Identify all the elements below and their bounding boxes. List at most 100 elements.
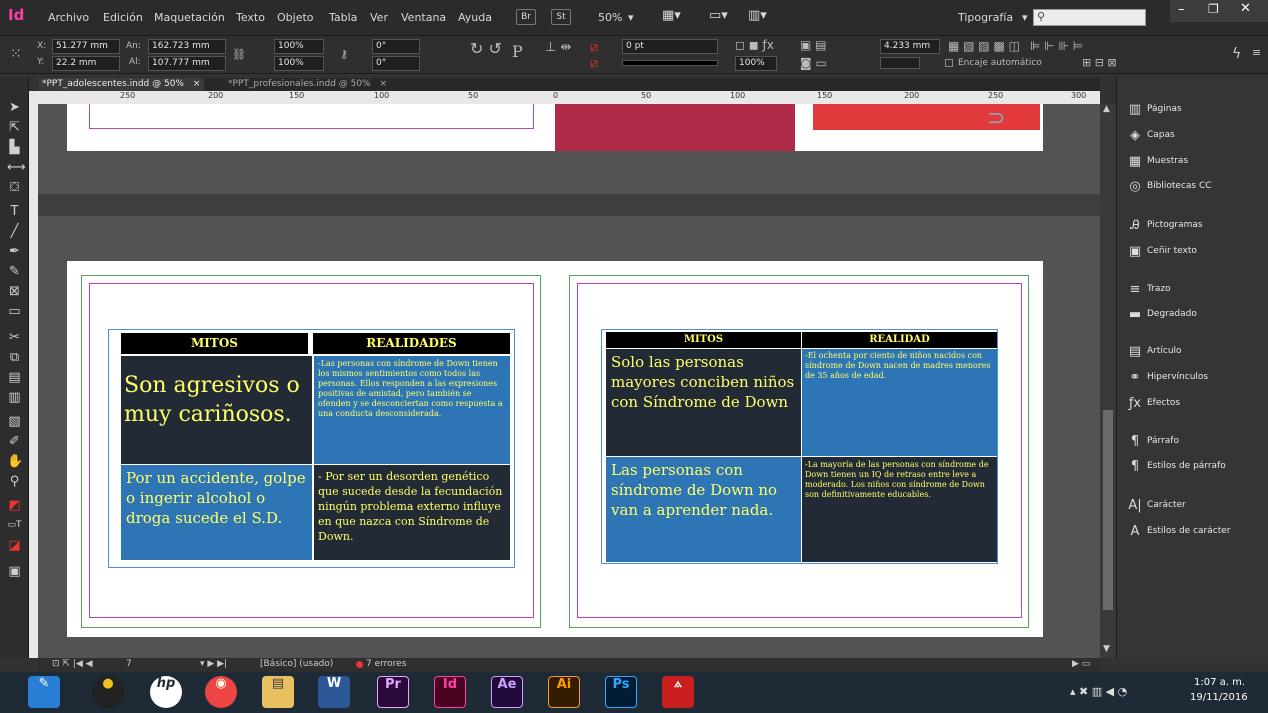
selection-tool-icon[interactable]: ➤ bbox=[7, 100, 22, 115]
panel-trazo[interactable]: ≡ Trazo bbox=[1125, 280, 1265, 300]
distribute-icon[interactable]: ⊞ ⊟ ⊠ bbox=[1082, 56, 1117, 69]
pen-tool-icon[interactable]: ✒ bbox=[7, 244, 22, 259]
after-effects-icon[interactable]: Ae bbox=[491, 676, 523, 708]
tab-ppt-adolescentes[interactable]: *PPT_adolescentes.indd @ 50% × bbox=[38, 78, 205, 91]
preflight-errors[interactable]: 7 errores bbox=[366, 659, 406, 669]
horizontal-ruler[interactable]: 250 200 150 100 50 0 50 100 150 200 250 … bbox=[38, 91, 1100, 104]
illustrator-icon[interactable]: Ai bbox=[548, 676, 580, 708]
panel-capas[interactable]: ◈ Capas bbox=[1125, 126, 1265, 146]
panel-cenir-texto[interactable]: ▣ Ceñir texto bbox=[1125, 242, 1265, 262]
panel-efectos[interactable]: ƒx Efectos bbox=[1125, 394, 1265, 414]
scale-x-field[interactable]: 100% bbox=[274, 39, 324, 54]
panel-estilos-caracter[interactable]: A Estilos de carácter bbox=[1125, 522, 1265, 542]
width-field[interactable]: 162.723 mm bbox=[148, 39, 226, 54]
first-page-icon[interactable]: ⊡ ⇱ |◀ ◀ bbox=[52, 659, 93, 669]
rectangle-frame-tool-icon[interactable]: ⊠ bbox=[7, 284, 22, 299]
gap-tool-icon[interactable]: ⟷ bbox=[7, 160, 26, 175]
chevron-down-icon[interactable]: ▾ bbox=[1022, 11, 1028, 24]
stock-button[interactable]: St bbox=[551, 9, 571, 25]
pencil-tool-icon[interactable]: ✎ bbox=[7, 264, 22, 279]
panel-pictogramas[interactable]: Ꭿ Pictogramas bbox=[1125, 216, 1265, 236]
zoom-level[interactable]: 50% bbox=[598, 11, 622, 24]
clock-date[interactable]: 19/11/2016 bbox=[1190, 692, 1248, 703]
next-page-icon[interactable]: ▾ ▶ ▶| bbox=[200, 659, 227, 669]
rotation-field[interactable]: 0° bbox=[372, 39, 420, 54]
stroke-none-icon[interactable]: ⧄ bbox=[590, 56, 598, 71]
line-tool-icon[interactable]: ╱ bbox=[7, 224, 22, 239]
panel-muestras[interactable]: ▦ Muestras bbox=[1125, 152, 1265, 172]
panel-hipervinculos[interactable]: ⚭ Hipervínculos bbox=[1125, 368, 1265, 388]
table-cell-myth[interactable]: Solo las personas mayores conciben niños… bbox=[606, 349, 801, 456]
gradient-feather-tool-icon[interactable]: ▥ bbox=[7, 390, 22, 405]
menu-archivo[interactable]: Archivo bbox=[48, 11, 89, 24]
hp-icon[interactable]: hp bbox=[150, 676, 182, 708]
tab-ppt-profesionales[interactable]: *PPT_profesionales.indd @ 50% × bbox=[224, 78, 391, 91]
word-icon[interactable]: W bbox=[318, 676, 350, 708]
panel-degradado[interactable]: ▬ Degradado bbox=[1125, 305, 1265, 325]
scroll-down-icon[interactable]: ▼ bbox=[1103, 644, 1110, 654]
file-explorer-icon[interactable]: ▤ bbox=[262, 676, 294, 708]
reference-point-icon[interactable]: ⁙ bbox=[10, 46, 22, 62]
document-canvas[interactable]: ⊃ MITOS REALIDADES Son agresivos o muy c… bbox=[38, 104, 1100, 658]
x-field[interactable]: 51.277 mm bbox=[52, 39, 120, 54]
screen-mode-icon[interactable]: ▦▾ bbox=[662, 8, 681, 23]
view-toggle-icon[interactable]: ▶ ▭ bbox=[1072, 659, 1090, 669]
panel-menu-icon[interactable]: ≡ bbox=[1252, 46, 1261, 59]
menu-ventana[interactable]: Ventana bbox=[401, 11, 446, 24]
scale-y-field[interactable]: 100% bbox=[274, 56, 324, 71]
rectangle-tool-icon[interactable]: ▭ bbox=[7, 304, 22, 319]
chrome-icon[interactable]: ◉ bbox=[205, 676, 237, 708]
y-field[interactable]: 22.2 mm bbox=[52, 56, 120, 71]
free-transform-tool-icon[interactable]: ⧉ bbox=[7, 350, 22, 365]
page-previous-right[interactable]: ⊃ bbox=[555, 104, 1043, 151]
type-tool-icon[interactable]: T bbox=[7, 204, 22, 219]
page-previous-left[interactable] bbox=[67, 104, 555, 151]
restore-icon[interactable]: ❐ bbox=[1208, 2, 1219, 16]
panel-parrafo[interactable]: ¶ Párrafo bbox=[1125, 432, 1265, 452]
menu-ayuda[interactable]: Ayuda bbox=[458, 11, 492, 24]
container-text-toggle-icon[interactable]: ▭T bbox=[7, 518, 22, 533]
screen-mode-tool-icon[interactable]: ▣ bbox=[7, 564, 22, 579]
close-icon[interactable]: × bbox=[193, 79, 201, 89]
direct-selection-tool-icon[interactable]: ⇱ bbox=[7, 120, 22, 135]
scroll-thumb[interactable] bbox=[1103, 410, 1113, 610]
table-cell-reality[interactable]: -La mayoría de las personas con síndrome… bbox=[802, 457, 997, 562]
stroke-style-select[interactable] bbox=[880, 57, 920, 69]
pen-app-icon[interactable]: ✎ bbox=[28, 676, 60, 708]
table-cell-reality[interactable]: -Las personas con síndrome de Down tiene… bbox=[314, 356, 510, 464]
fill-none-icon[interactable]: ⧄ bbox=[590, 40, 598, 55]
height-field[interactable]: 107.777 mm bbox=[148, 56, 226, 71]
view-options-icon[interactable]: ▭▾ bbox=[709, 8, 728, 23]
gradient-swatch-tool-icon[interactable]: ▤ bbox=[7, 370, 22, 385]
menu-texto[interactable]: Texto bbox=[236, 11, 265, 24]
page-right[interactable]: MITOS REALIDAD Solo las personas mayores… bbox=[555, 261, 1043, 637]
stroke-type-select[interactable] bbox=[622, 60, 718, 66]
menu-edicion[interactable]: Edición bbox=[103, 11, 143, 24]
zoom-tool-icon[interactable]: ⚲ bbox=[7, 474, 22, 489]
menu-maquetacion[interactable]: Maquetación bbox=[154, 11, 225, 24]
chevron-down-icon[interactable]: ▾ bbox=[628, 11, 634, 24]
panel-caracter[interactable]: A| Carácter bbox=[1125, 496, 1265, 516]
table-cell-myth[interactable]: Las personas con síndrome de Down no van… bbox=[606, 457, 801, 562]
lock-icon[interactable]: ⚷ bbox=[340, 48, 348, 61]
table-cell-myth[interactable]: Son agresivos o muy cariñosos. bbox=[121, 356, 312, 464]
scroll-up-icon[interactable]: ▲ bbox=[1103, 104, 1110, 114]
close-icon[interactable]: × bbox=[380, 79, 388, 89]
note-tool-icon[interactable]: ▧ bbox=[7, 414, 22, 429]
quick-apply-icon[interactable]: ϟ bbox=[1232, 46, 1241, 62]
frame-fitting-icon[interactable]: ▣ ▤ bbox=[800, 38, 827, 52]
system-tray-icons[interactable]: ▴ ✖ ▥ ◀ ◔ bbox=[1070, 685, 1127, 698]
stroke-weight-field[interactable]: 0 pt bbox=[622, 39, 718, 54]
autofit-checkbox[interactable] bbox=[945, 59, 953, 67]
premiere-icon[interactable]: Pr bbox=[377, 676, 409, 708]
vertical-scrollbar[interactable]: ▲ ▼ bbox=[1100, 104, 1116, 658]
align-objects-icon[interactable]: ⊫ ⊩ ⊪ ⊨ bbox=[1030, 39, 1083, 53]
workspace-switcher[interactable]: Tipografía bbox=[958, 11, 1013, 24]
panel-articulo[interactable]: ▤ Artículo bbox=[1125, 342, 1265, 362]
page-tool-icon[interactable]: ▙ bbox=[7, 140, 22, 155]
arrange-icon[interactable]: ▥▾ bbox=[748, 8, 767, 23]
clock-time[interactable]: 1:07 a. m. bbox=[1194, 677, 1245, 688]
table-cell-reality[interactable]: - Por ser un desorden genético que suced… bbox=[314, 465, 510, 560]
corner-shape-icon[interactable]: ◻ ◼ ƒx bbox=[735, 38, 774, 52]
table-cell-myth[interactable]: Por un accidente, golpe o ingerir alcoho… bbox=[121, 465, 312, 560]
